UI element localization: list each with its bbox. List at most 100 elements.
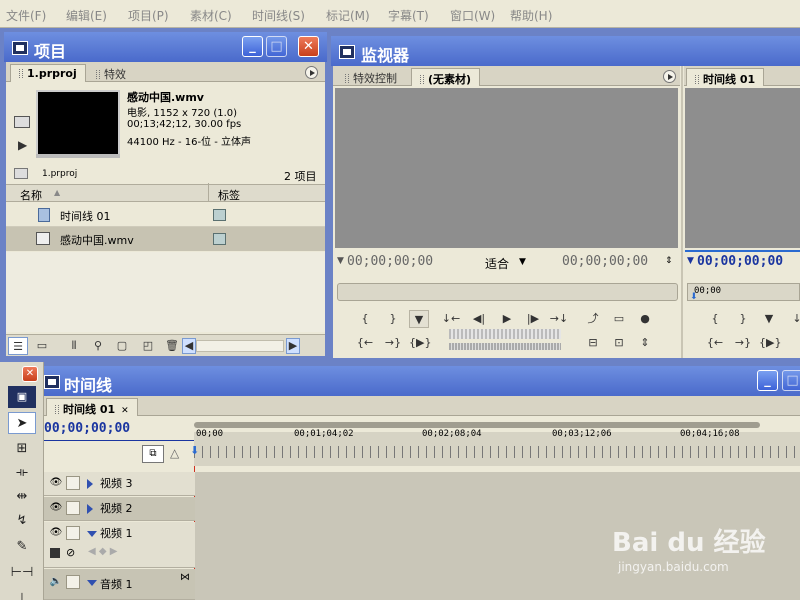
track-header-audio-1[interactable]: 🔈 音频 1 ⋈ [44,569,195,600]
shuttle-slider[interactable] [449,329,561,339]
timeline-ruler[interactable]: 00;00 00;01;04;02 00;02;08;04 00;03;12;0… [190,429,800,466]
column-name[interactable]: 名称 [20,187,42,203]
loop-icon[interactable]: ⤴ [583,310,603,328]
expand-track-icon[interactable] [87,479,93,489]
lock-toggle[interactable] [66,526,80,540]
menu-project[interactable]: 项目(P) [128,7,169,24]
expand-track-icon[interactable] [87,504,93,514]
menu-title[interactable]: 字幕(T) [388,7,429,24]
selection-tool-icon[interactable]: ➤ [8,412,36,434]
thumbnail-scrubber[interactable] [36,154,120,158]
display-style-icon[interactable] [50,548,60,558]
go-to-out-icon[interactable]: →↓ [549,310,569,328]
menu-marker[interactable]: 标记(M) [326,7,370,24]
lock-toggle[interactable] [66,575,80,589]
label-color-swatch[interactable] [213,233,226,245]
play-icon[interactable]: ▶ [18,138,27,152]
list-view-icon[interactable]: ☰ [8,337,28,355]
project-title-bar[interactable]: 项目 _ □ ✕ [4,32,327,62]
play-in-to-out-icon[interactable]: {▶} [409,334,431,352]
set-in-point-icon[interactable]: { [705,310,725,328]
program-timecode[interactable]: 00;00;00;00 [697,254,783,269]
menu-window[interactable]: 窗口(W) [450,7,495,24]
automate-to-sequence-icon[interactable]: ⫴ [64,337,84,355]
step-back-to-in-icon[interactable]: ↓ [787,310,800,328]
scroll-left-button[interactable]: ◀ [182,338,196,354]
go-to-out-point-icon[interactable]: →} [383,334,403,352]
trash-icon[interactable]: 🗑 [162,337,182,355]
set-marker-icon[interactable]: ▼ [759,310,779,328]
go-to-in-point-icon[interactable]: {← [355,334,375,352]
panel-menu-icon[interactable] [663,70,676,83]
set-marker-icon[interactable]: ▼ [409,310,429,328]
slide-tool-icon[interactable]: ⊥ [8,588,36,600]
source-timecode[interactable]: 00;00;00;00 [347,254,433,269]
panel-menu-icon[interactable] [305,66,318,79]
razor-tool-icon[interactable]: ✎ [8,536,36,558]
lock-toggle[interactable] [66,476,80,490]
poster-frame-icon[interactable] [14,116,30,128]
slip-tool-icon[interactable]: ⊢⊣ [8,562,36,584]
tab-source-no-clip[interactable]: (无素材) [411,68,481,86]
menu-help[interactable]: 帮助(H) [510,7,552,24]
track-header-video-3[interactable]: 👁 视频 3 [44,472,195,496]
overlay-icon[interactable]: ⊡ [609,334,629,352]
eye-icon[interactable]: 👁 [49,527,63,539]
speaker-icon[interactable]: 🔈 [49,576,63,588]
snap-icon[interactable]: ⧉ [142,445,164,463]
new-bin-icon[interactable]: ▢ [112,337,132,355]
go-to-out-point-icon[interactable]: →} [733,334,753,352]
close-tools-button[interactable]: ✕ [22,366,38,382]
playhead-icon[interactable]: ⬇ [690,292,698,302]
minimize-button[interactable]: _ [757,370,778,391]
rate-stretch-tool-icon[interactable]: ↯ [8,510,36,532]
ripple-edit-tool-icon[interactable]: ⟛ [8,462,36,484]
tab-effect-controls[interactable]: 特效控制 [337,68,405,86]
eye-icon[interactable]: 👁 [49,502,63,514]
track-area[interactable] [195,472,800,600]
menu-clip[interactable]: 素材(C) [190,7,232,24]
tab-program-sequence[interactable]: 时间线 01 [686,68,765,86]
play-in-to-out-icon[interactable]: {▶} [759,334,781,352]
collapse-track-icon[interactable] [87,580,97,586]
settings-icon[interactable]: ⇕ [665,256,673,266]
close-button[interactable]: ✕ [298,36,319,57]
lock-toggle[interactable] [66,501,80,515]
minimize-button[interactable]: _ [242,36,263,57]
find-icon[interactable]: ⚲ [88,337,108,355]
playhead-icon[interactable]: ⬇ [190,444,199,457]
monitor-title-bar[interactable]: 监视器 [331,36,800,66]
tab-project-file[interactable]: 1.prproj [10,64,86,82]
folder-up-icon[interactable] [14,168,28,179]
play-button[interactable]: ▶ [497,310,517,328]
insert-icon[interactable]: ⊟ [583,334,603,352]
set-out-point-icon[interactable]: } [383,310,403,328]
track-header-video-2[interactable]: 👁 视频 2 [44,497,195,521]
maximize-button[interactable]: □ [782,370,800,391]
menu-edit[interactable]: 编辑(E) [66,7,107,24]
output-icon[interactable]: ● [635,310,655,328]
toggle-take-audio-video-icon[interactable]: ⇕ [635,334,655,352]
tab-effects[interactable]: 特效 [88,64,134,82]
scroll-right-button[interactable]: ▶ [286,338,300,354]
rolling-edit-tool-icon[interactable]: ⇹ [8,486,36,508]
column-label[interactable]: 标签 [218,187,240,203]
step-forward-icon[interactable]: |▶ [523,310,543,328]
go-to-in-point-icon[interactable]: {← [705,334,725,352]
menu-sequence[interactable]: 时间线(S) [252,7,305,24]
list-item[interactable]: 感动中国.wmv [6,227,325,251]
icon-view-icon[interactable]: ▭ [32,337,52,355]
list-item[interactable]: 时间线 01 [6,203,325,227]
program-scrub-bar[interactable]: 00;00 ⬇ [687,283,800,302]
set-out-point-icon[interactable]: } [733,310,753,328]
chevron-down-icon[interactable]: ▼ [519,257,526,267]
show-keyframes-icon[interactable]: ⊘ [66,546,75,559]
maximize-button[interactable]: □ [266,36,287,57]
safe-margins-icon[interactable]: ▭ [609,310,629,328]
new-item-icon[interactable]: ◰ [138,337,158,355]
label-color-swatch[interactable] [213,209,226,221]
step-back-to-in-icon[interactable]: ↓← [441,310,461,328]
set-in-point-icon[interactable]: { [355,310,375,328]
source-scrub-bar[interactable] [337,283,678,301]
track-select-tool-icon[interactable]: ⊞ [8,438,36,460]
